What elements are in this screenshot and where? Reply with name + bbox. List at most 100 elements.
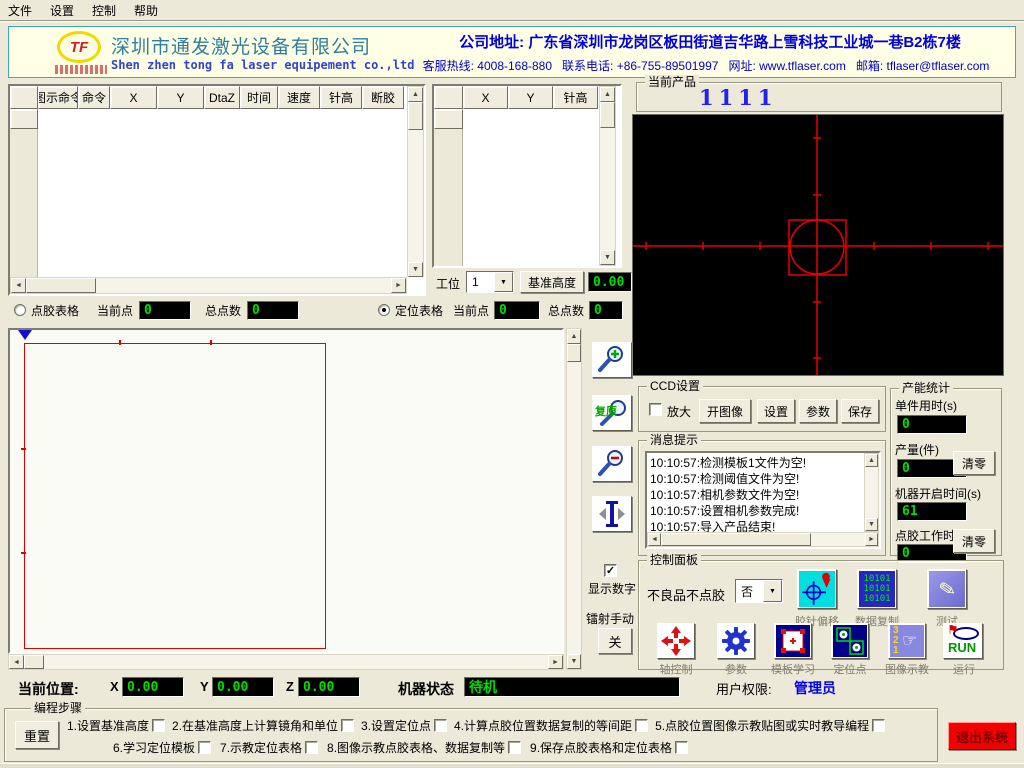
scroll-right-icon[interactable]: ►	[548, 655, 563, 669]
scroll-down-icon[interactable]: ▼	[865, 518, 878, 531]
control-panel-box: 控制面板 不良品不点胶 否 ▼ 胶针偏移 10101 10101 10101 数…	[638, 560, 1004, 670]
run-icon: ⚑ RUN	[945, 625, 981, 657]
step-checkbox[interactable]	[675, 741, 688, 754]
scroll-left-icon[interactable]: ◄	[11, 278, 26, 293]
exit-system-button[interactable]: 退出系统	[948, 722, 1016, 750]
locate-vscrollbar[interactable]: ▲ ▼	[599, 86, 616, 266]
clear-work-time-button[interactable]: 清零	[953, 529, 995, 553]
scroll-right-icon[interactable]: ►	[865, 533, 878, 546]
scroll-up-icon[interactable]: ▲	[600, 87, 615, 102]
test-button[interactable]: ✎	[927, 569, 967, 609]
image-teach-button[interactable]: 3 2 1 ☞	[888, 623, 926, 659]
ccd-zoom-checkbox[interactable]	[649, 403, 662, 416]
reject-dropdown[interactable]: 否 ▼	[735, 579, 783, 603]
step-checkbox[interactable]	[872, 719, 885, 732]
message-vscrollbar[interactable]: ▲ ▼	[864, 453, 879, 532]
station-row: 工位 1 ▼ 基准高度 0.00	[436, 271, 626, 295]
show-numbers-checkbox[interactable]: ✓	[604, 564, 617, 577]
scroll-down-icon[interactable]: ▼	[567, 654, 581, 669]
col-dtaz[interactable]: DtaZ	[204, 86, 240, 109]
col-rowheader[interactable]	[10, 86, 38, 109]
ccd-params-button[interactable]: 参数	[799, 399, 837, 423]
steps-line1: 1.设置基准高度 2.在基准高度上计算镜角和单位 3.设置定位点 4.计算点胶位…	[67, 717, 885, 734]
col-x[interactable]: X	[110, 86, 157, 109]
axis-control-button[interactable]	[657, 623, 695, 659]
scroll-down-icon[interactable]: ▼	[408, 262, 423, 277]
fit-view-button[interactable]	[592, 496, 632, 532]
open-image-button[interactable]: 开图像	[699, 399, 751, 423]
ccd-save-button[interactable]: 保存	[841, 399, 879, 423]
scroll-up-icon[interactable]: ▲	[567, 329, 581, 344]
scroll-up-icon[interactable]: ▲	[865, 454, 878, 467]
run-label: 运行	[935, 661, 993, 677]
menu-file[interactable]: 文件	[8, 2, 32, 19]
canvas-vscrollbar[interactable]: ▲ ▼	[566, 328, 582, 670]
reset-button[interactable]: 重置	[15, 721, 59, 749]
step-checkbox[interactable]	[434, 719, 447, 732]
col-cmd[interactable]: 命令	[78, 86, 110, 109]
menu-settings[interactable]: 设置	[50, 2, 74, 19]
step-checkbox[interactable]	[198, 741, 211, 754]
scroll-left-icon[interactable]: ◄	[9, 655, 24, 669]
zoom-out-button[interactable]	[592, 446, 632, 482]
col-cut[interactable]: 断胶	[362, 86, 404, 109]
step-label: 4.计算点胶位置数据复制的等间距	[454, 717, 632, 734]
run-button[interactable]: ⚑ RUN	[943, 623, 983, 659]
locate-table-radio[interactable]	[378, 304, 390, 316]
clear-yield-button[interactable]: 清零	[953, 451, 995, 475]
company-contact: 客服热线: 4008-168-880 联系电话: +86-755-8950199…	[399, 57, 1013, 74]
scroll-up-icon[interactable]: ▲	[408, 87, 423, 102]
params-button[interactable]	[717, 623, 755, 659]
data-copy-button[interactable]: 10101 10101 10101	[857, 569, 897, 609]
dispense-hscrollbar[interactable]: ◄ ►	[10, 277, 407, 294]
scroll-left-icon[interactable]: ◄	[648, 533, 661, 546]
locate-point-button[interactable]	[831, 623, 869, 659]
col-y[interactable]: Y	[157, 86, 204, 109]
drawing-canvas[interactable]	[8, 328, 564, 654]
message-box: 消息提示 10:10:57:检测模板1文件为空! 10:10:57:检测阈值文件…	[638, 440, 886, 556]
pencil-icon: ✎	[937, 575, 958, 603]
z-label: Z	[286, 679, 294, 694]
scroll-down-icon[interactable]: ▼	[600, 250, 615, 265]
message-hscrollbar[interactable]: ◄ ►	[647, 532, 879, 547]
needle-offset-button[interactable]	[797, 569, 837, 609]
col-time[interactable]: 时间	[240, 86, 278, 109]
datum-height-button[interactable]: 基准高度	[520, 271, 584, 293]
message-line: 10:10:57:检测阈值文件为空!	[650, 471, 860, 487]
loc-col-x[interactable]: X	[463, 86, 508, 109]
dispense-table-radio[interactable]	[14, 304, 26, 316]
ccd-set-button[interactable]: 设置	[757, 399, 795, 423]
canvas-hscrollbar[interactable]: ◄ ►	[8, 654, 564, 670]
laser-off-button[interactable]: 关	[598, 628, 632, 654]
step-checkbox[interactable]	[635, 719, 648, 732]
step-checkbox[interactable]	[305, 741, 318, 754]
menu-control[interactable]: 控制	[92, 2, 116, 19]
dispense-table: 图示命令 命令 X Y DtaZ 时间 速度 针高 断胶 ▲ ▼ ◄ ►	[8, 84, 426, 296]
test-icon: ✎	[929, 571, 965, 607]
loc-col-y[interactable]: Y	[508, 86, 553, 109]
restore-view-button[interactable]: 复原	[592, 395, 632, 431]
work-rect	[24, 343, 326, 649]
origin-marker-icon	[18, 330, 32, 340]
step-label: 5.点胶位置图像示教贴图或实时教导编程	[655, 717, 869, 734]
col-icon-cmd[interactable]: 图示命令	[38, 86, 78, 109]
loc-col-needle[interactable]: 针高	[553, 86, 598, 109]
menu-help[interactable]: 帮助	[134, 2, 158, 19]
step-checkbox[interactable]	[152, 719, 165, 732]
message-list[interactable]: 10:10:57:检测模板1文件为空! 10:10:57:检测阈值文件为空! 1…	[645, 451, 881, 549]
step-checkbox[interactable]	[508, 741, 521, 754]
step-checkbox[interactable]	[341, 719, 354, 732]
loc-col-rowheader[interactable]	[434, 86, 463, 109]
zoom-in-button[interactable]	[592, 342, 632, 378]
dispense-vscrollbar[interactable]: ▲ ▼	[407, 86, 424, 277]
dropdown-arrow-icon[interactable]: ▼	[494, 272, 513, 292]
col-needle[interactable]: 针高	[320, 86, 362, 109]
dropdown-arrow-icon[interactable]: ▼	[763, 580, 782, 602]
current-point-label: 当前点	[97, 302, 133, 319]
scroll-right-icon[interactable]: ►	[391, 278, 406, 293]
template-learn-button[interactable]	[774, 623, 812, 659]
company-name-en: Shen zhen tong fa laser equipement co.,l…	[111, 58, 414, 72]
loc-total-label: 总点数	[548, 302, 584, 319]
col-speed[interactable]: 速度	[278, 86, 320, 109]
station-dropdown[interactable]: 1 ▼	[466, 271, 514, 293]
